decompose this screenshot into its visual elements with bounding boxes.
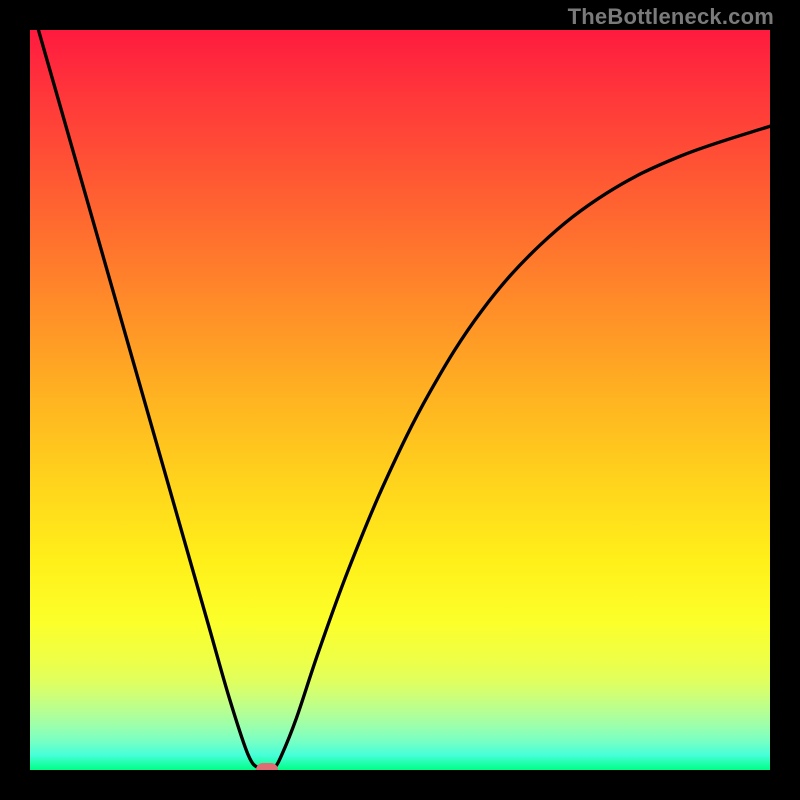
plot-area bbox=[30, 30, 770, 770]
chart-frame: TheBottleneck.com bbox=[0, 0, 800, 800]
curve-svg bbox=[30, 30, 770, 770]
bottleneck-curve bbox=[30, 30, 770, 770]
watermark-text: TheBottleneck.com bbox=[568, 4, 774, 30]
optimal-marker bbox=[256, 763, 278, 770]
